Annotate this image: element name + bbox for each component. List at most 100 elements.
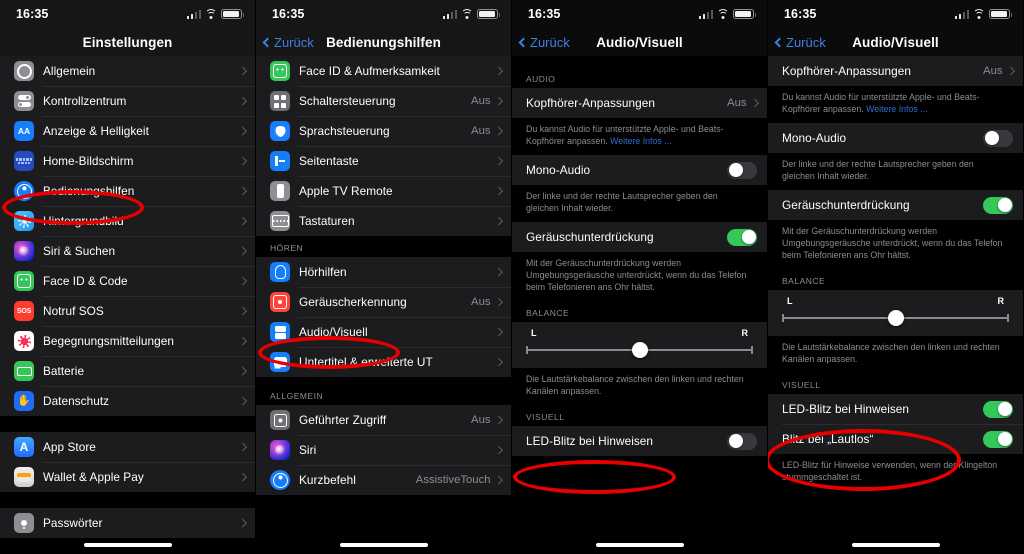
privacy-hand-icon [14, 391, 34, 411]
row-audio-visuell[interactable]: Audio/Visuell [256, 317, 511, 347]
row-kopfhoerer-anpassungen[interactable]: Kopfhörer-Anpassungen Aus [768, 56, 1023, 86]
row-face-id-aufmerksamkeit[interactable]: Face ID & Aufmerksamkeit [256, 56, 511, 86]
mono-audio-toggle[interactable] [983, 129, 1013, 147]
balance-slider[interactable] [526, 342, 753, 358]
sidebar-item-passwoerter[interactable]: Passwörter [0, 508, 255, 538]
accessibility-list[interactable]: Face ID & Aufmerksamkeit Schaltersteueru… [256, 56, 511, 554]
row-led-blitz-bei-hinweisen[interactable]: LED-Blitz bei Hinweisen [512, 426, 767, 456]
sidebar-item-begegnungsmitteilungen[interactable]: Begegnungsmitteilungen [0, 326, 255, 356]
audio-visual-icon [270, 322, 290, 342]
settings-list[interactable]: Allgemein Kontrollzentrum AA Anzeige & H… [0, 56, 255, 554]
sound-recognition-icon [270, 292, 290, 312]
row-tastaturen[interactable]: Tastaturen [256, 206, 511, 236]
balance-slider[interactable] [782, 310, 1009, 326]
row-seitentaste[interactable]: Seitentaste [256, 146, 511, 176]
back-button-label: Zurück [274, 34, 314, 50]
sidebar-item-datenschutz[interactable]: Datenschutz [0, 386, 255, 416]
control-center-icon [14, 91, 34, 111]
weitere-infos-link[interactable]: Weitere Infos ... [866, 104, 927, 114]
row-sprachsteuerung[interactable]: Sprachsteuerung Aus [256, 116, 511, 146]
row-siri[interactable]: Siri [256, 435, 511, 465]
row-geraeuschunterdrueckung[interactable]: Geräuschunterdrückung [512, 222, 767, 252]
row-label: Mono-Audio [782, 131, 847, 145]
audiovisual-list[interactable]: AUDIO Kopfhörer-Anpassungen Aus Du kanns… [512, 56, 767, 554]
chevron-right-icon [238, 187, 247, 195]
section-header-balance: BALANCE [768, 269, 1023, 290]
sidebar-item-allgemein[interactable]: Allgemein [0, 56, 255, 86]
section-header-balance: BALANCE [512, 301, 767, 322]
sidebar-item-anzeige-helligkeit[interactable]: AA Anzeige & Helligkeit [0, 116, 255, 146]
flash-on-silent-toggle[interactable] [983, 430, 1013, 448]
gear-icon [14, 61, 34, 81]
status-icons [954, 8, 1012, 20]
group-noise: Geräuschunterdrückung [512, 222, 767, 252]
led-flash-alerts-toggle[interactable] [983, 400, 1013, 418]
sidebar-item-batterie[interactable]: Batterie [0, 356, 255, 386]
balance-slider-group: L R [512, 322, 767, 368]
row-gefuehrter-zugriff[interactable]: Geführter Zugriff Aus [256, 405, 511, 435]
noise-cancellation-toggle[interactable] [983, 196, 1013, 214]
sidebar-item-face-id-code[interactable]: Face ID & Code [0, 266, 255, 296]
chevron-right-icon [494, 298, 503, 306]
row-blitz-bei-lautlos[interactable]: Blitz bei „Lautlos“ [768, 424, 1023, 454]
row-geraeuschunterdrueckung[interactable]: Geräuschunterdrückung [768, 190, 1023, 220]
sidebar-item-hintergrundbild[interactable]: Hintergrundbild [0, 206, 255, 236]
group-separator [0, 492, 255, 508]
row-apple-tv-remote[interactable]: Apple TV Remote [256, 176, 511, 206]
footnote-headphone: Du kannst Audio für unterstützte Apple- … [768, 86, 1023, 123]
sidebar-item-siri-suchen[interactable]: Siri & Suchen [0, 236, 255, 266]
row-hoerhilfen[interactable]: Hörhilfen [256, 257, 511, 287]
face-id-icon [14, 271, 34, 291]
sidebar-item-bedienungshilfen[interactable]: Bedienungshilfen [0, 176, 255, 206]
slider-cap-left [526, 346, 528, 354]
home-screen-icon [14, 151, 34, 171]
back-button[interactable]: Zurück [256, 35, 314, 50]
noise-cancellation-toggle[interactable] [727, 228, 757, 246]
mono-audio-toggle[interactable] [727, 161, 757, 179]
sidebar-item-home-bildschirm[interactable]: Home-Bildschirm [0, 146, 255, 176]
status-icons [442, 8, 500, 20]
nav-bar: Zurück Audio/Visuell [768, 28, 1023, 56]
row-label: Untertitel & erweiterte UT [299, 355, 433, 369]
footnote-noise: Mit der Geräuschunterdrückung werden Umg… [768, 220, 1023, 269]
row-mono-audio[interactable]: Mono-Audio [768, 123, 1023, 153]
wifi-icon [717, 9, 729, 19]
back-button-label: Zurück [786, 34, 826, 50]
row-label: Anzeige & Helligkeit [43, 124, 149, 138]
row-value: Aus [471, 414, 491, 426]
back-button[interactable]: Zurück [512, 35, 570, 50]
panel-audiovisual-scrolled: 16:35 Zurück Audio/Visuell Kopfhörer-Anp… [768, 0, 1024, 554]
row-mono-audio[interactable]: Mono-Audio [512, 155, 767, 185]
row-geraeuscherkennung[interactable]: Geräuscherkennung Aus [256, 287, 511, 317]
row-label: Home-Bildschirm [43, 154, 134, 168]
row-kopfhoerer-anpassungen[interactable]: Kopfhörer-Anpassungen Aus [512, 88, 767, 118]
row-value: Aus [471, 95, 491, 107]
wifi-icon [205, 9, 217, 19]
status-bar: 16:35 [0, 0, 255, 28]
sidebar-item-notruf-sos[interactable]: SOS Notruf SOS [0, 296, 255, 326]
row-label: Sprachsteuerung [299, 124, 390, 138]
row-kurzbefehl[interactable]: Kurzbefehl AssistiveTouch [256, 465, 511, 495]
chevron-right-icon [494, 157, 503, 165]
row-untertitel[interactable]: Untertitel & erweiterte UT [256, 347, 511, 377]
led-flash-alerts-toggle[interactable] [727, 432, 757, 450]
row-label: Begegnungsmitteilungen [43, 334, 174, 348]
siri-icon [270, 440, 290, 460]
row-label: Notruf SOS [43, 304, 104, 318]
sidebar-item-app-store[interactable]: App Store [0, 432, 255, 462]
audiovisual-list[interactable]: Kopfhörer-Anpassungen Aus Du kannst Audi… [768, 56, 1023, 554]
battery-icon [733, 8, 756, 20]
weitere-infos-link[interactable]: Weitere Infos ... [610, 136, 671, 146]
status-bar: 16:35 [768, 0, 1023, 28]
sidebar-item-wallet-apple-pay[interactable]: Wallet & Apple Pay [0, 462, 255, 492]
row-schaltersteuerung[interactable]: Schaltersteuerung Aus [256, 86, 511, 116]
row-led-blitz-bei-hinweisen[interactable]: LED-Blitz bei Hinweisen [768, 394, 1023, 424]
sidebar-item-kontrollzentrum[interactable]: Kontrollzentrum [0, 86, 255, 116]
back-button[interactable]: Zurück [768, 35, 826, 50]
slider-knob[interactable] [631, 342, 648, 358]
chevron-right-icon [238, 473, 247, 481]
chevron-left-icon [262, 37, 273, 47]
slider-knob[interactable] [887, 310, 904, 326]
chevron-right-icon [238, 217, 247, 225]
row-label: Kopfhörer-Anpassungen [782, 64, 911, 78]
